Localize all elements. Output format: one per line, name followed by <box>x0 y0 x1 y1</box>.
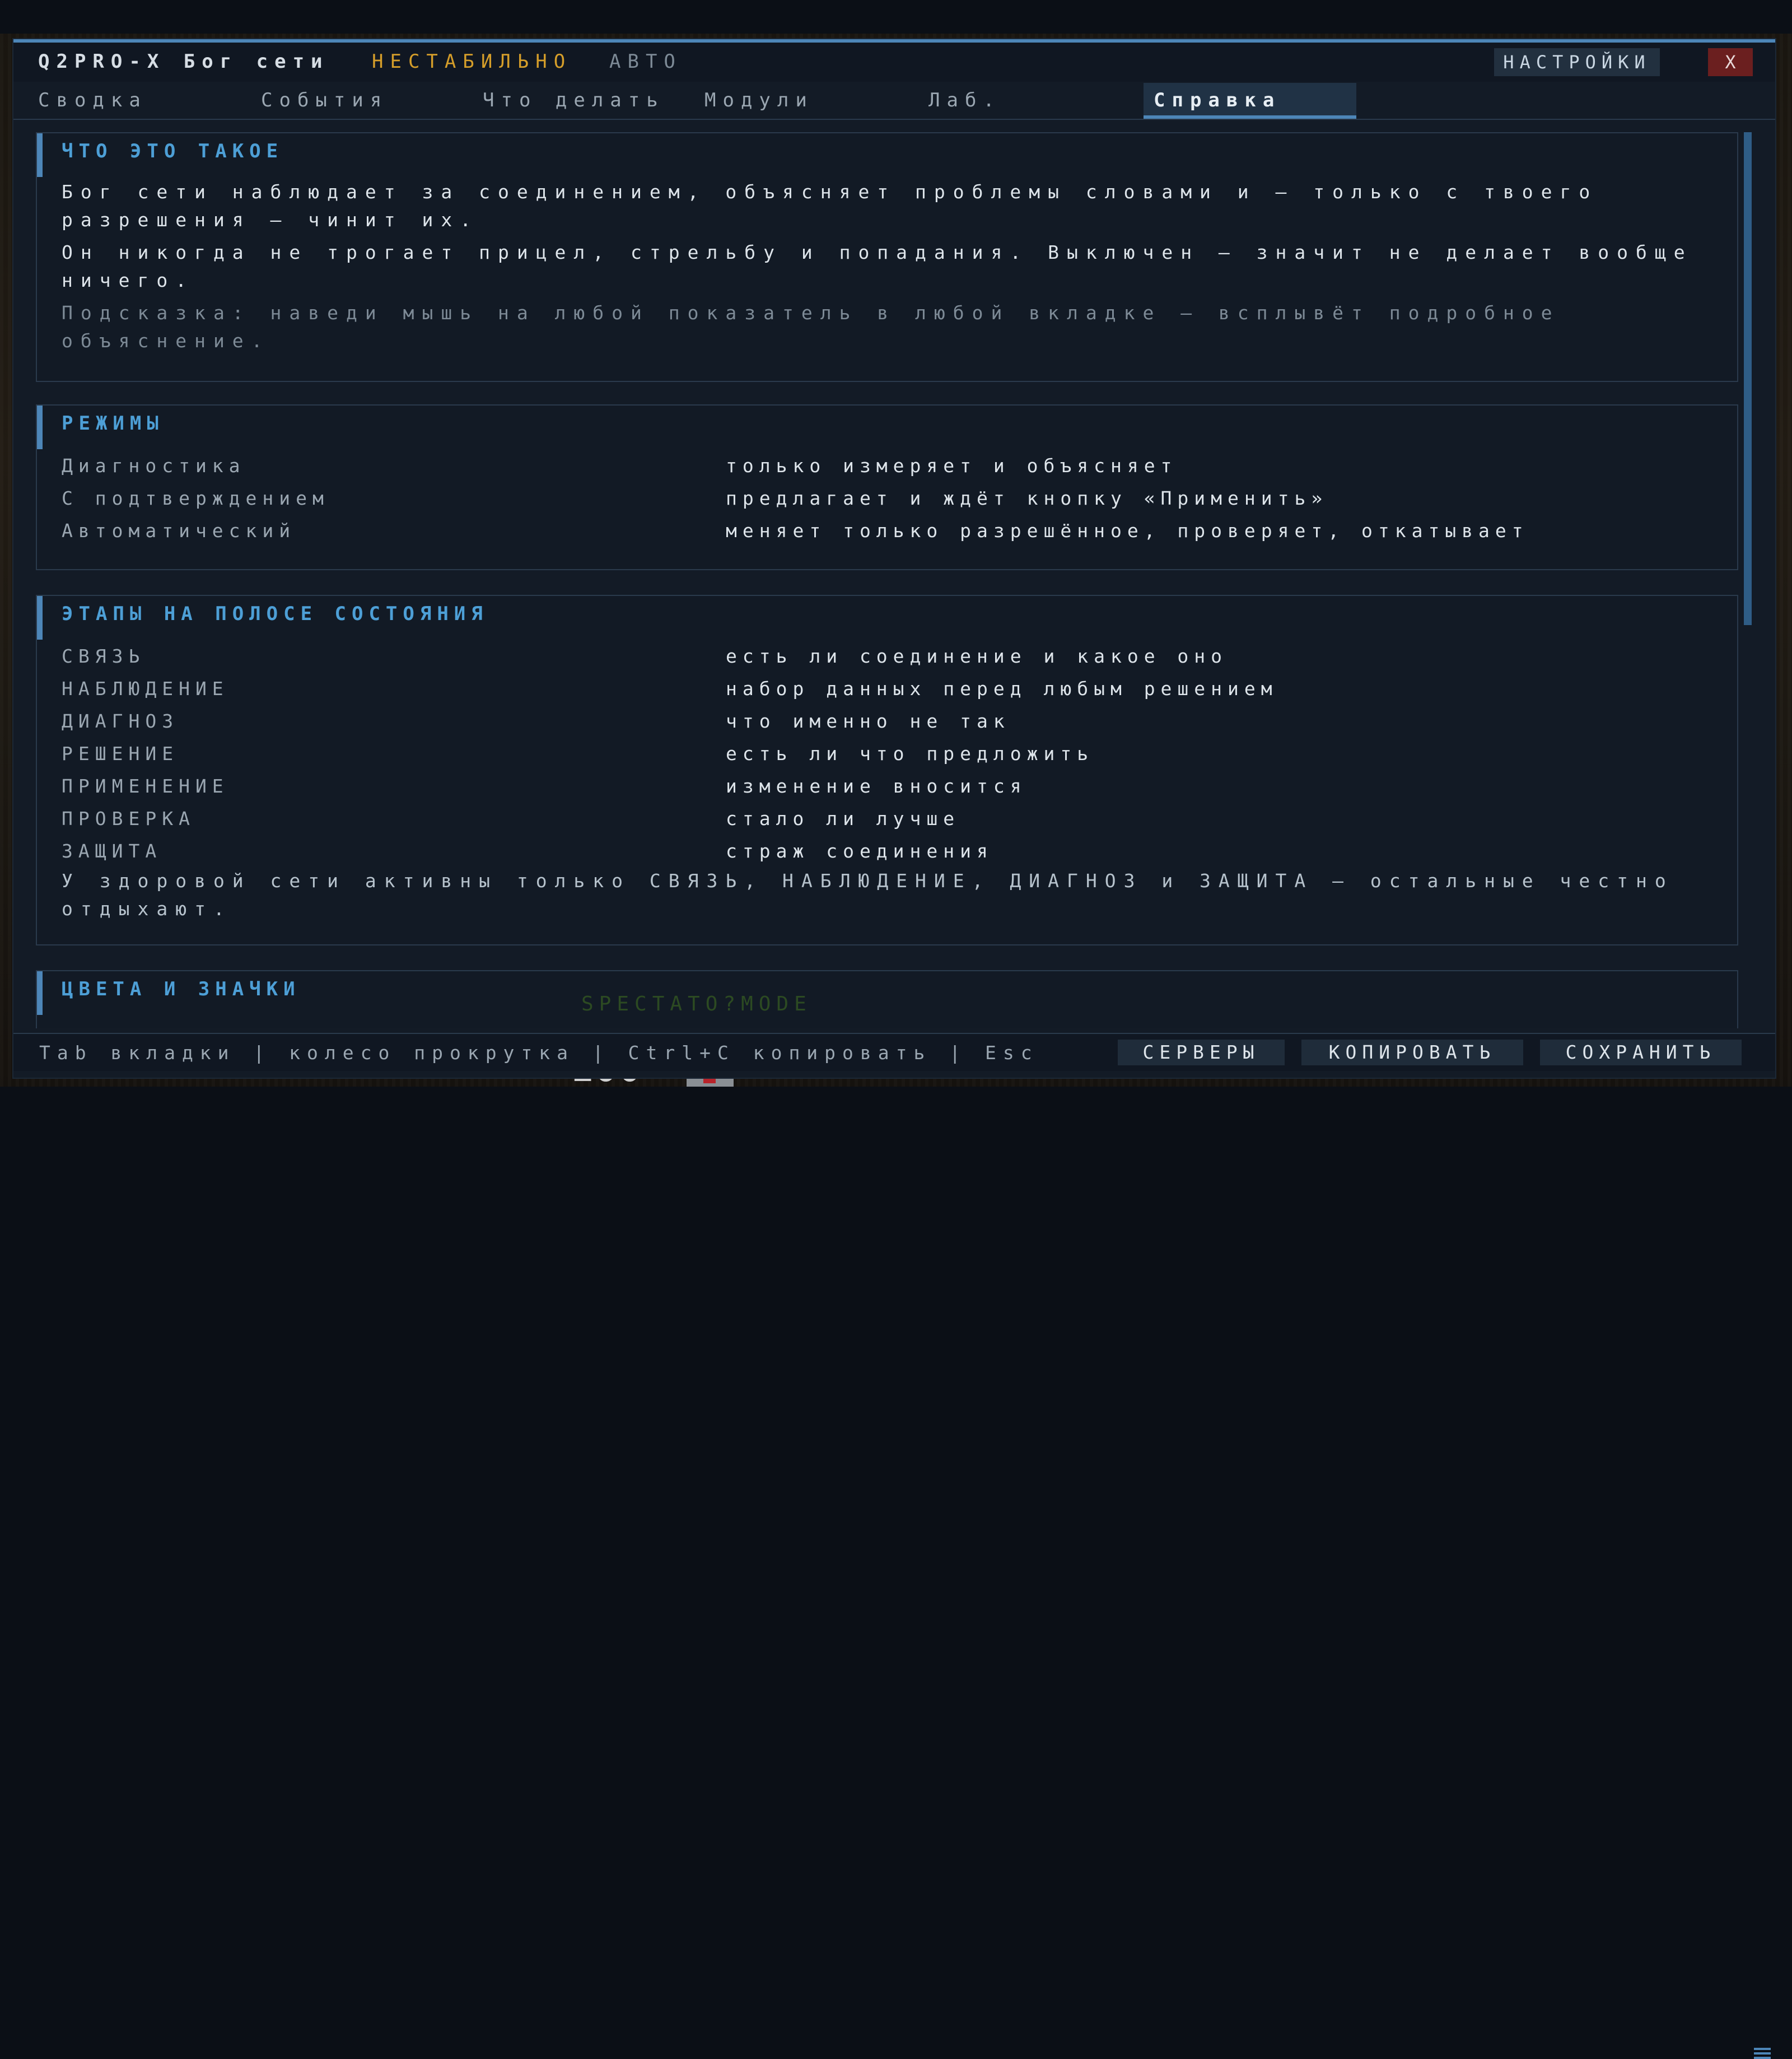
mode-description: меняет только разрешённое, проверяет, от… <box>726 520 1529 542</box>
spectator-mode-overlay: SPECTATO?MODE <box>581 993 812 1015</box>
section-modes: РЕЖИМЫ Диагностика только измеряет и объ… <box>36 404 1738 570</box>
keyboard-hints: Tab вкладки | колесо прокрутка | Ctrl+C … <box>39 1042 1039 1064</box>
stage-label: РЕШЕНИЕ <box>62 743 179 765</box>
save-button[interactable]: СОХРАНИТЬ <box>1540 1040 1742 1065</box>
resize-grip-icon[interactable] <box>1754 2048 1771 2059</box>
stage-label: СВЯЗЬ <box>62 645 146 667</box>
section-about: ЧТО ЭТО ТАКОЕ Бог сети наблюдает за соед… <box>36 132 1738 382</box>
stage-label: ПРОВЕРКА <box>62 808 195 830</box>
about-paragraph-2: Он никогда не трогает прицел, стрельбу и… <box>62 241 1693 291</box>
section-colors: ЦВЕТА И ЗНАЧКИ <box>36 970 1738 1028</box>
stage-description: набор данных перед любым решением <box>726 678 1278 700</box>
stage-description: есть ли что предложить <box>726 743 1094 765</box>
about-paragraph-1: Бог сети наблюдает за соединением, объяс… <box>62 181 1598 231</box>
stage-description: что именно не так <box>726 710 1010 732</box>
stage-description: изменение вносится <box>726 775 1027 797</box>
titlebar: Q2PRO-X Бог сети НЕСТАБИЛЬНО АВТО НАСТРО… <box>13 43 1775 82</box>
stage-label: ДИАГНОЗ <box>62 710 179 732</box>
copy-button[interactable]: КОПИРОВАТЬ <box>1301 1040 1523 1065</box>
mode-label: Автоматический <box>62 520 296 542</box>
section-title: ЦВЕТА И ЗНАЧКИ <box>62 978 301 1000</box>
tab-help[interactable]: Справка <box>1144 83 1356 119</box>
stage-label: ПРИМЕНЕНИЕ <box>62 775 229 797</box>
section-title: РЕЖИМЫ <box>62 412 164 435</box>
mode-description: предлагает и ждёт кнопку «Применить» <box>726 487 1328 509</box>
stage-description: есть ли соединение и какое оно <box>726 645 1228 667</box>
scrollbar-thumb[interactable] <box>1744 132 1752 625</box>
section-accent-bar <box>37 133 43 177</box>
section-stages: ЭТАПЫ НА ПОЛОСЕ СОСТОЯНИЯ СВЯЗЬ есть ли … <box>36 595 1738 945</box>
stage-description: страж соединения <box>726 840 993 862</box>
status-auto-badge: АВТО <box>609 50 682 73</box>
tab-what-to-do[interactable]: Что делать <box>483 83 665 118</box>
tab-lab[interactable]: Лаб. <box>928 83 1001 118</box>
settings-button[interactable]: НАСТРОЙКИ <box>1494 48 1660 76</box>
tab-bar: Сводка События Что делать Модули Лаб. Сп… <box>13 83 1775 120</box>
section-accent-bar <box>37 971 43 1015</box>
section-title: ЭТАПЫ НА ПОЛОСЕ СОСТОЯНИЯ <box>62 603 488 625</box>
window-title: Q2PRO-X Бог сети <box>38 50 329 73</box>
stage-label: НАБЛЮДЕНИЕ <box>62 678 229 700</box>
help-content: ЧТО ЭТО ТАКОЕ Бог сети наблюдает за соед… <box>36 132 1738 1028</box>
footer-bar: Tab вкладки | колесо прокрутка | Ctrl+C … <box>13 1033 1775 2059</box>
netgod-window: Q2PRO-X Бог сети НЕСТАБИЛЬНО АВТО НАСТРО… <box>13 39 1775 2059</box>
mode-label: С подтверждением <box>62 487 329 509</box>
tab-modules[interactable]: Модули <box>704 83 814 118</box>
status-unstable-badge: НЕСТАБИЛЬНО <box>372 50 572 73</box>
section-accent-bar <box>37 406 43 449</box>
stage-label: ЗАЩИТА <box>62 840 162 862</box>
mode-label: Диагностика <box>62 455 246 477</box>
tab-events[interactable]: События <box>261 83 388 118</box>
mode-description: только измеряет и объясняет <box>726 455 1178 477</box>
section-accent-bar <box>37 596 43 640</box>
about-hint: Подсказка: наведи мышь на любой показате… <box>62 302 1560 352</box>
tab-summary[interactable]: Сводка <box>38 83 147 118</box>
section-title: ЧТО ЭТО ТАКОЕ <box>62 140 284 162</box>
stages-note: У здоровой сети активны только СВЯЗЬ, НА… <box>62 870 1674 920</box>
stage-description: стало ли лучше <box>726 808 960 830</box>
servers-button[interactable]: СЕРВЕРЫ <box>1118 1040 1285 1065</box>
close-button[interactable]: X <box>1708 48 1753 76</box>
